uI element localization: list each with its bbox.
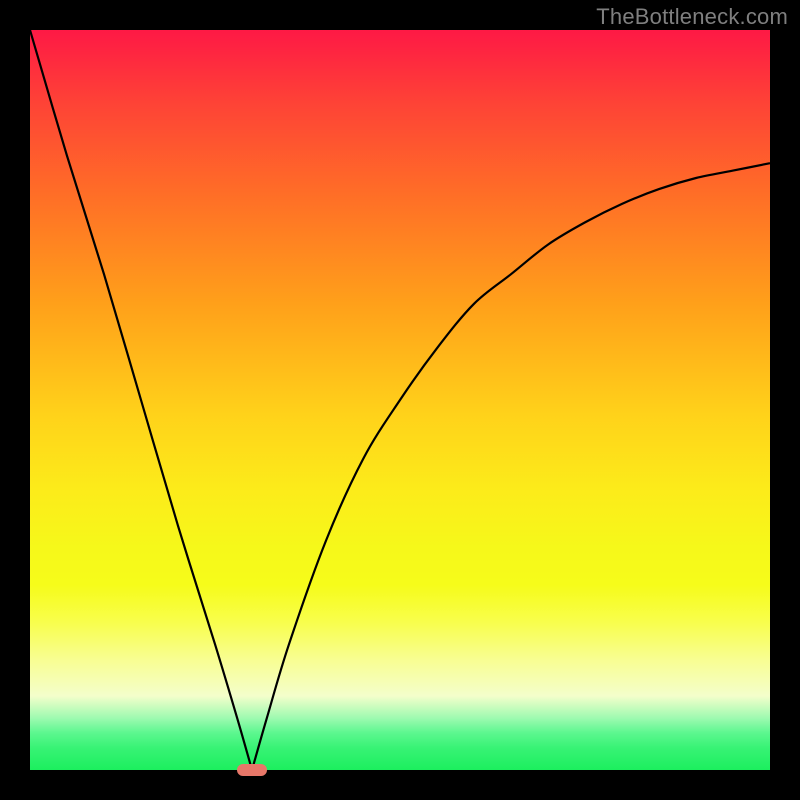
chart-svg: [30, 30, 770, 770]
min-marker: [237, 764, 267, 776]
chart-frame: TheBottleneck.com: [0, 0, 800, 800]
curve-left-branch: [30, 30, 252, 770]
curve-right-branch: [252, 163, 770, 770]
watermark-text: TheBottleneck.com: [596, 4, 788, 30]
plot-area: [30, 30, 770, 770]
